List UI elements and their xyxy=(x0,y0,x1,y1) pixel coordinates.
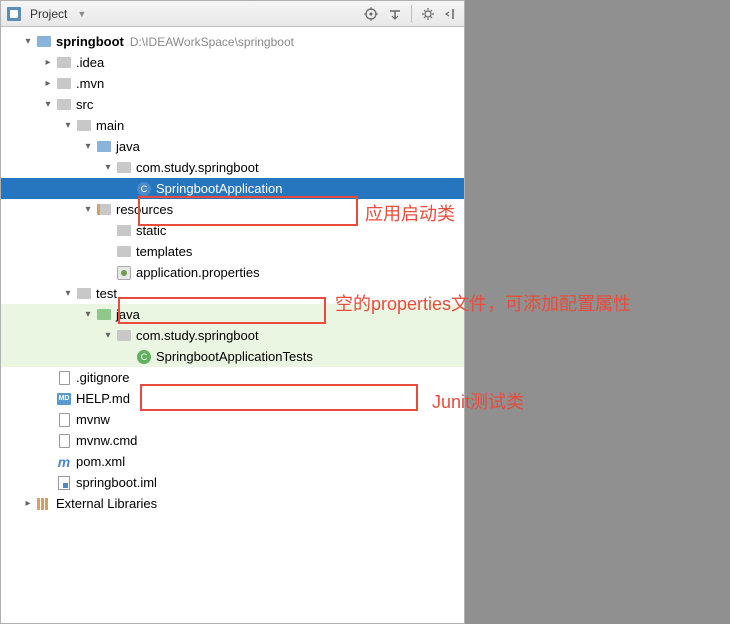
expand-arrow-icon[interactable]: ▾ xyxy=(101,329,115,343)
node-label: src xyxy=(76,97,93,112)
tree-node-app-properties[interactable]: · application.properties xyxy=(1,262,464,283)
folder-icon xyxy=(55,97,73,113)
tree-node-package-test[interactable]: ▾ com.study.springboot xyxy=(1,325,464,346)
project-view-icon xyxy=(5,6,23,22)
tree-node-main[interactable]: ▾ main xyxy=(1,115,464,136)
chevron-down-icon: ▼ xyxy=(77,9,86,19)
node-label: HELP.md xyxy=(76,391,130,406)
node-label: templates xyxy=(136,244,192,259)
file-icon xyxy=(55,370,73,386)
expand-arrow-icon[interactable]: ▾ xyxy=(21,35,35,49)
toolbar-title[interactable]: Project xyxy=(30,7,67,21)
project-panel: Project ▼ ▾ springboot D:\IDEAWorkSpace\… xyxy=(0,0,465,624)
expand-arrow-icon[interactable]: ▸ xyxy=(21,497,35,511)
tree-node-resources[interactable]: ▾ resources xyxy=(1,199,464,220)
tree-node-mvnw[interactable]: · mvnw xyxy=(1,409,464,430)
node-label: com.study.springboot xyxy=(136,160,259,175)
maven-icon: m xyxy=(55,454,73,470)
folder-icon xyxy=(55,76,73,92)
tree-node-app-class[interactable]: · C SpringbootApplication xyxy=(1,178,464,199)
node-label: .mvn xyxy=(76,76,104,91)
folder-icon xyxy=(55,55,73,71)
tree-node-mvnwcmd[interactable]: · mvnw.cmd xyxy=(1,430,464,451)
node-label: .gitignore xyxy=(76,370,129,385)
target-icon[interactable] xyxy=(363,6,379,22)
node-label: main xyxy=(96,118,124,133)
tree-node-package-main[interactable]: ▾ com.study.springboot xyxy=(1,157,464,178)
class-icon: C xyxy=(135,349,153,365)
expand-arrow-icon[interactable]: ▾ xyxy=(61,119,75,133)
tree-node-gitignore[interactable]: · .gitignore xyxy=(1,367,464,388)
expand-arrow-icon[interactable]: ▾ xyxy=(41,98,55,112)
resources-folder-icon xyxy=(95,202,113,218)
tree-node-iml[interactable]: · springboot.iml xyxy=(1,472,464,493)
folder-icon xyxy=(75,286,93,302)
package-icon xyxy=(115,160,133,176)
tree-node-java-main[interactable]: ▾ java xyxy=(1,136,464,157)
node-label: springboot.iml xyxy=(76,475,157,490)
module-icon xyxy=(35,34,53,50)
tree-node-test[interactable]: ▾ test xyxy=(1,283,464,304)
toolbar-divider xyxy=(411,5,412,23)
tree-node-java-test[interactable]: ▾ java xyxy=(1,304,464,325)
node-label: pom.xml xyxy=(76,454,125,469)
tree-node-root[interactable]: ▾ springboot D:\IDEAWorkSpace\springboot xyxy=(1,31,464,52)
node-label: .idea xyxy=(76,55,104,70)
file-icon xyxy=(55,412,73,428)
markdown-icon: MD xyxy=(55,391,73,407)
node-label: springboot xyxy=(56,34,124,49)
tree-node-test-class[interactable]: · C SpringbootApplicationTests xyxy=(1,346,464,367)
libraries-icon xyxy=(35,496,53,512)
expand-arrow-icon[interactable]: ▾ xyxy=(61,287,75,301)
class-icon: C xyxy=(135,181,153,197)
node-label: application.properties xyxy=(136,265,260,280)
node-label: mvnw xyxy=(76,412,110,427)
expand-arrow-icon[interactable]: ▾ xyxy=(81,140,95,154)
folder-icon xyxy=(115,244,133,260)
iml-icon xyxy=(55,475,73,491)
node-label: mvnw.cmd xyxy=(76,433,137,448)
folder-icon xyxy=(115,223,133,239)
gear-icon[interactable] xyxy=(420,6,436,22)
tree-node-pom[interactable]: · m pom.xml xyxy=(1,451,464,472)
node-label: resources xyxy=(116,202,173,217)
folder-icon xyxy=(75,118,93,134)
expand-arrow-icon[interactable]: ▾ xyxy=(81,308,95,322)
source-folder-icon xyxy=(95,139,113,155)
expand-arrow-icon[interactable]: ▸ xyxy=(41,56,55,70)
expand-arrow-icon[interactable]: ▾ xyxy=(81,203,95,217)
project-tree: ▾ springboot D:\IDEAWorkSpace\springboot… xyxy=(1,27,464,518)
tree-node-external-libraries[interactable]: ▸ External Libraries xyxy=(1,493,464,514)
node-label: SpringbootApplication xyxy=(156,181,282,196)
tree-node-idea[interactable]: ▸ .idea xyxy=(1,52,464,73)
node-label: static xyxy=(136,223,166,238)
tree-node-help[interactable]: · MD HELP.md xyxy=(1,388,464,409)
tree-node-templates[interactable]: · templates xyxy=(1,241,464,262)
toolbar-dropdown[interactable]: ▼ xyxy=(75,8,175,20)
tree-node-src[interactable]: ▾ src xyxy=(1,94,464,115)
tree-node-static[interactable]: · static xyxy=(1,220,464,241)
collapse-icon[interactable] xyxy=(387,6,403,22)
expand-arrow-icon[interactable]: ▸ xyxy=(41,77,55,91)
hide-icon[interactable] xyxy=(444,6,460,22)
toolbar: Project ▼ xyxy=(1,1,464,27)
test-folder-icon xyxy=(95,307,113,323)
node-label: java xyxy=(116,139,140,154)
node-label: SpringbootApplicationTests xyxy=(156,349,313,364)
tree-node-mvn[interactable]: ▸ .mvn xyxy=(1,73,464,94)
node-label: test xyxy=(96,286,117,301)
node-path: D:\IDEAWorkSpace\springboot xyxy=(130,35,294,49)
node-label: External Libraries xyxy=(56,496,157,511)
node-label: java xyxy=(116,307,140,322)
package-icon xyxy=(115,328,133,344)
properties-icon xyxy=(115,265,133,281)
node-label: com.study.springboot xyxy=(136,328,259,343)
expand-arrow-icon[interactable]: ▾ xyxy=(101,161,115,175)
file-icon xyxy=(55,433,73,449)
